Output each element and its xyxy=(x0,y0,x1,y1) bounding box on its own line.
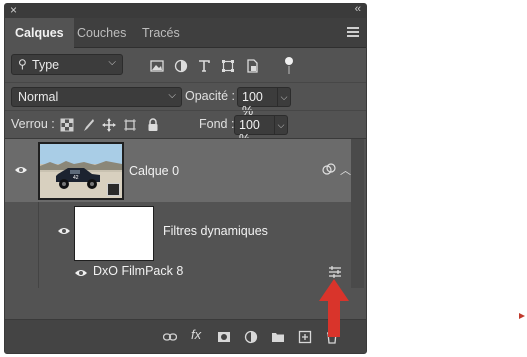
fx-icon[interactable]: fx xyxy=(191,327,201,342)
lock-all-icon[interactable] xyxy=(146,118,160,132)
lock-label: Verrou : xyxy=(11,117,55,131)
bottom-toolbar: fx xyxy=(5,319,366,353)
collapse-icon[interactable]: ‹‹ xyxy=(355,4,361,15)
opacity-label: Opacité : xyxy=(185,89,236,103)
smart-filters-row[interactable]: Filtres dynamiques DxO FilmPack 8 xyxy=(38,202,351,288)
scrollbar[interactable] xyxy=(351,139,364,288)
search-icon: ⚲ xyxy=(18,57,27,71)
new-layer-icon[interactable] xyxy=(298,330,312,344)
chevron-down-icon: ⌵ xyxy=(108,57,116,68)
opacity-input[interactable]: 100 % xyxy=(237,87,278,118)
svg-text:42: 42 xyxy=(73,175,79,181)
visibility-eye-icon[interactable] xyxy=(57,226,71,236)
lock-position-icon[interactable] xyxy=(102,118,116,132)
play-marker-icon xyxy=(519,313,525,319)
adjustment-filter-icon[interactable] xyxy=(174,59,188,73)
expand-caret-icon[interactable]: ︿ xyxy=(340,162,351,178)
image-filter-icon[interactable] xyxy=(150,59,164,73)
link-layers-icon[interactable] xyxy=(163,330,177,344)
tab-couches[interactable]: Couches xyxy=(67,18,136,48)
fill-input[interactable]: 100 % xyxy=(234,115,275,146)
blend-mode-value: Normal xyxy=(18,90,59,104)
filter-kind-label: Type xyxy=(32,58,60,72)
smart-object-filter-icon[interactable] xyxy=(245,59,259,73)
tab-calques[interactable]: Calques xyxy=(5,18,74,49)
close-icon[interactable]: × xyxy=(10,4,17,17)
chevron-down-icon: ⌵ xyxy=(168,90,176,101)
opacity-dropdown[interactable]: ⌵ xyxy=(278,87,291,107)
filter-name[interactable]: DxO FilmPack 8 xyxy=(93,264,183,278)
annotation-arrow xyxy=(319,279,349,337)
visibility-eye-icon[interactable] xyxy=(14,165,28,175)
layer-thumbnail: 42 xyxy=(38,142,124,200)
new-group-icon[interactable] xyxy=(271,330,285,344)
smart-filter-indicator-icon xyxy=(322,163,336,175)
lock-row: Verrou : Fond : 100 % ⌵ xyxy=(5,110,366,146)
add-mask-icon[interactable] xyxy=(217,330,231,344)
tab-bar: Calques Couches Tracés xyxy=(5,18,366,49)
shape-filter-icon[interactable] xyxy=(221,59,235,73)
blend-row: Normal ⌵ Opacité : 100 % ⌵ xyxy=(5,82,366,118)
panel-menu-icon[interactable] xyxy=(347,27,359,37)
tab-traces[interactable]: Tracés xyxy=(132,18,190,48)
lock-image-icon[interactable] xyxy=(81,118,95,132)
smart-filter-mask-thumbnail[interactable] xyxy=(74,206,154,261)
layers-list: 42 Calque 0 ︿ Filtres dynamiques DxO Fil… xyxy=(5,138,366,319)
fill-dropdown[interactable]: ⌵ xyxy=(275,115,288,135)
fill-label: Fond : xyxy=(199,117,235,131)
filter-kind-select[interactable]: ⚲ Type ⌵ xyxy=(11,54,123,75)
lock-transparent-icon[interactable] xyxy=(60,118,74,132)
filter-toggle-icon[interactable] xyxy=(285,57,293,74)
type-filter-icon[interactable] xyxy=(197,59,211,73)
layers-panel: × ‹‹ Calques Couches Tracés ⚲ Type ⌵ Nor… xyxy=(4,3,367,354)
filter-row: ⚲ Type ⌵ xyxy=(5,48,366,82)
layer-row[interactable]: 42 Calque 0 ︿ xyxy=(5,139,351,202)
smart-object-badge-icon xyxy=(107,183,120,196)
visibility-eye-icon[interactable] xyxy=(74,268,88,278)
new-adjustment-icon[interactable] xyxy=(244,330,258,344)
layer-name[interactable]: Calque 0 xyxy=(129,164,179,178)
panel-titlebar: × ‹‹ xyxy=(5,4,366,18)
lock-artboard-icon[interactable] xyxy=(123,118,137,132)
smart-filters-label: Filtres dynamiques xyxy=(163,224,268,238)
blend-mode-select[interactable]: Normal ⌵ xyxy=(11,87,182,107)
blending-options-icon[interactable] xyxy=(328,266,342,278)
